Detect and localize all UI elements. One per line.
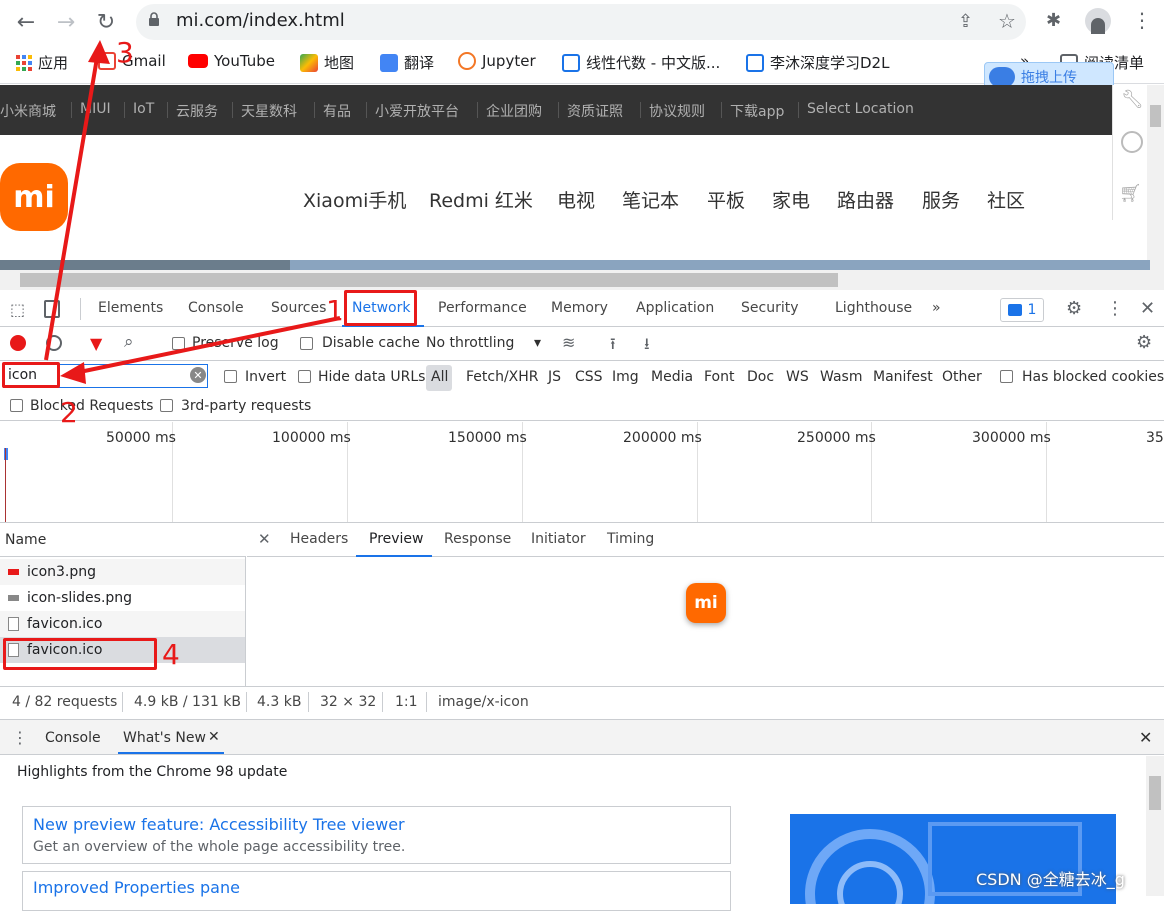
annotation-label-3: 3 <box>116 36 134 69</box>
annotation-box-network <box>344 290 417 326</box>
annotation-arrows <box>44 40 341 384</box>
annotation-label-1: 1 <box>326 294 344 327</box>
annotation-label-4: 4 <box>162 638 180 671</box>
annotation-label-2: 2 <box>60 396 78 429</box>
annotation-box-filter <box>2 362 60 388</box>
annotation-box-favicon <box>3 638 157 670</box>
